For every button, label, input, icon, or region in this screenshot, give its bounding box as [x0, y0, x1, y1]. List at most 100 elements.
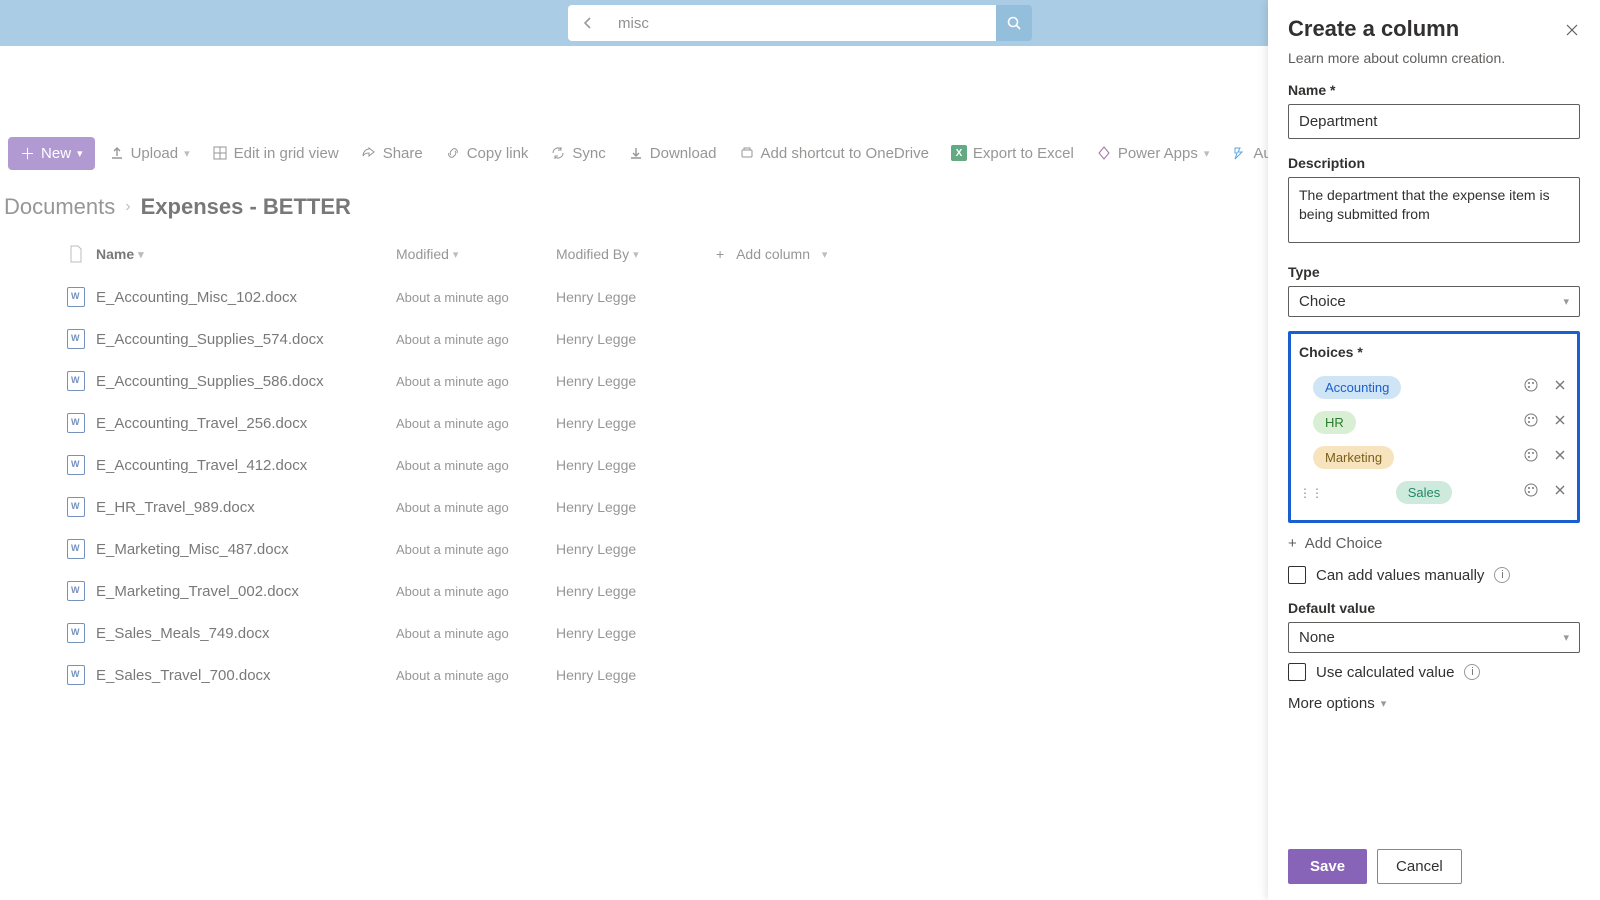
cancel-button[interactable]: Cancel	[1377, 849, 1462, 884]
column-header-name[interactable]: Name▾	[96, 246, 396, 262]
drag-handle-icon[interactable]: ⋮⋮	[1299, 486, 1323, 500]
close-button[interactable]	[1564, 22, 1580, 43]
palette-icon[interactable]	[1523, 447, 1539, 468]
col-modby-label: Modified By	[556, 246, 629, 262]
export-excel-button[interactable]: X Export to Excel	[943, 139, 1082, 168]
download-button[interactable]: Download	[620, 139, 725, 168]
file-name[interactable]: E_Accounting_Supplies_586.docx	[96, 373, 396, 390]
column-header-modified-by[interactable]: Modified By▾	[556, 246, 716, 262]
file-modified-by: Henry Legge	[556, 289, 716, 305]
file-name[interactable]: E_Marketing_Travel_002.docx	[96, 583, 396, 600]
word-doc-icon	[56, 581, 96, 601]
description-field-label: Description	[1288, 155, 1580, 171]
file-name[interactable]: E_Sales_Travel_700.docx	[96, 667, 396, 684]
calculated-value-checkbox[interactable]	[1288, 663, 1306, 681]
word-doc-icon	[56, 665, 96, 685]
upload-button[interactable]: Upload ▾	[101, 139, 198, 168]
chevron-down-icon: ▾	[822, 248, 828, 261]
edit-grid-label: Edit in grid view	[234, 145, 339, 162]
new-button[interactable]: ＋ New ▾	[8, 137, 95, 170]
file-modified-by: Henry Legge	[556, 331, 716, 347]
palette-icon[interactable]	[1523, 412, 1539, 433]
copy-link-label: Copy link	[467, 145, 529, 162]
new-button-label: New	[41, 145, 71, 162]
column-header-modified[interactable]: Modified▾	[396, 246, 556, 262]
shortcut-label: Add shortcut to OneDrive	[761, 145, 929, 162]
chevron-down-icon: ▾	[138, 248, 144, 261]
name-field-label: Name *	[1288, 82, 1580, 98]
chevron-down-icon: ▾	[1204, 147, 1210, 160]
add-shortcut-button[interactable]: Add shortcut to OneDrive	[731, 139, 937, 168]
choice-row: HR	[1299, 405, 1569, 440]
choice-row: Marketing	[1299, 440, 1569, 475]
search-back-button[interactable]	[568, 5, 608, 41]
remove-choice-icon[interactable]	[1553, 448, 1567, 467]
file-modified: About a minute ago	[396, 584, 556, 599]
info-icon[interactable]: i	[1464, 664, 1480, 680]
choices-label: Choices *	[1299, 344, 1569, 360]
file-type-header-icon[interactable]	[56, 245, 96, 263]
chevron-down-icon: ▾	[1563, 295, 1569, 308]
info-icon[interactable]: i	[1494, 567, 1510, 583]
share-button[interactable]: Share	[353, 139, 431, 168]
choice-pill[interactable]: Marketing	[1313, 446, 1394, 469]
word-doc-icon	[56, 539, 96, 559]
sync-button[interactable]: Sync	[542, 139, 613, 168]
file-modified-by: Henry Legge	[556, 667, 716, 683]
file-modified: About a minute ago	[396, 374, 556, 389]
file-modified-by: Henry Legge	[556, 457, 716, 473]
file-name[interactable]: E_Sales_Meals_749.docx	[96, 625, 396, 642]
choice-row: Accounting	[1299, 370, 1569, 405]
search-input[interactable]	[608, 5, 996, 41]
file-modified-by: Henry Legge	[556, 625, 716, 641]
export-excel-label: Export to Excel	[973, 145, 1074, 162]
chevron-down-icon: ▾	[1381, 697, 1387, 710]
file-name[interactable]: E_Accounting_Travel_412.docx	[96, 457, 396, 474]
copy-link-button[interactable]: Copy link	[437, 139, 537, 168]
type-select-value: Choice	[1299, 293, 1346, 310]
add-choice-button[interactable]: + Add Choice	[1288, 535, 1580, 552]
choice-pill[interactable]: Accounting	[1313, 376, 1401, 399]
calculated-value-label: Use calculated value	[1316, 664, 1454, 681]
name-input[interactable]	[1288, 104, 1580, 139]
breadcrumb-root[interactable]: Documents	[4, 194, 115, 220]
palette-icon[interactable]	[1523, 482, 1539, 503]
remove-choice-icon[interactable]	[1553, 483, 1567, 502]
manual-values-checkbox[interactable]	[1288, 566, 1306, 584]
file-name[interactable]: E_Accounting_Misc_102.docx	[96, 289, 396, 306]
word-doc-icon	[56, 623, 96, 643]
breadcrumb-current: Expenses - BETTER	[141, 194, 351, 220]
file-name[interactable]: E_Accounting_Travel_256.docx	[96, 415, 396, 432]
type-select[interactable]: Choice ▾	[1288, 286, 1580, 317]
upload-label: Upload	[131, 145, 179, 162]
file-modified: About a minute ago	[396, 500, 556, 515]
file-modified-by: Henry Legge	[556, 499, 716, 515]
default-value-label: Default value	[1288, 600, 1580, 616]
save-button[interactable]: Save	[1288, 849, 1367, 884]
panel-subtitle-link[interactable]: Learn more about column creation.	[1288, 50, 1580, 66]
add-column-label: Add column	[736, 246, 810, 262]
palette-icon[interactable]	[1523, 377, 1539, 398]
add-column-button[interactable]: + Add column ▾	[716, 246, 827, 262]
more-options-toggle[interactable]: More options ▾	[1288, 695, 1580, 712]
file-name[interactable]: E_Marketing_Misc_487.docx	[96, 541, 396, 558]
power-apps-button[interactable]: Power Apps ▾	[1088, 139, 1218, 168]
file-modified: About a minute ago	[396, 542, 556, 557]
search-button[interactable]	[996, 5, 1032, 41]
create-column-panel: Create a column Learn more about column …	[1268, 0, 1600, 900]
remove-choice-icon[interactable]	[1553, 413, 1567, 432]
choice-pill[interactable]: Sales	[1396, 481, 1453, 504]
file-name[interactable]: E_Accounting_Supplies_574.docx	[96, 331, 396, 348]
chevron-down-icon: ▾	[77, 147, 83, 160]
chevron-right-icon: ›	[125, 198, 130, 216]
more-options-label: More options	[1288, 695, 1375, 712]
remove-choice-icon[interactable]	[1553, 378, 1567, 397]
col-mod-label: Modified	[396, 246, 449, 262]
description-input[interactable]	[1288, 177, 1580, 243]
default-value-select[interactable]: None ▾	[1288, 622, 1580, 653]
choice-pill[interactable]: HR	[1313, 411, 1356, 434]
file-name[interactable]: E_HR_Travel_989.docx	[96, 499, 396, 516]
edit-grid-button[interactable]: Edit in grid view	[204, 139, 347, 168]
share-label: Share	[383, 145, 423, 162]
choice-row: ⋮⋮ Sales	[1299, 475, 1569, 510]
